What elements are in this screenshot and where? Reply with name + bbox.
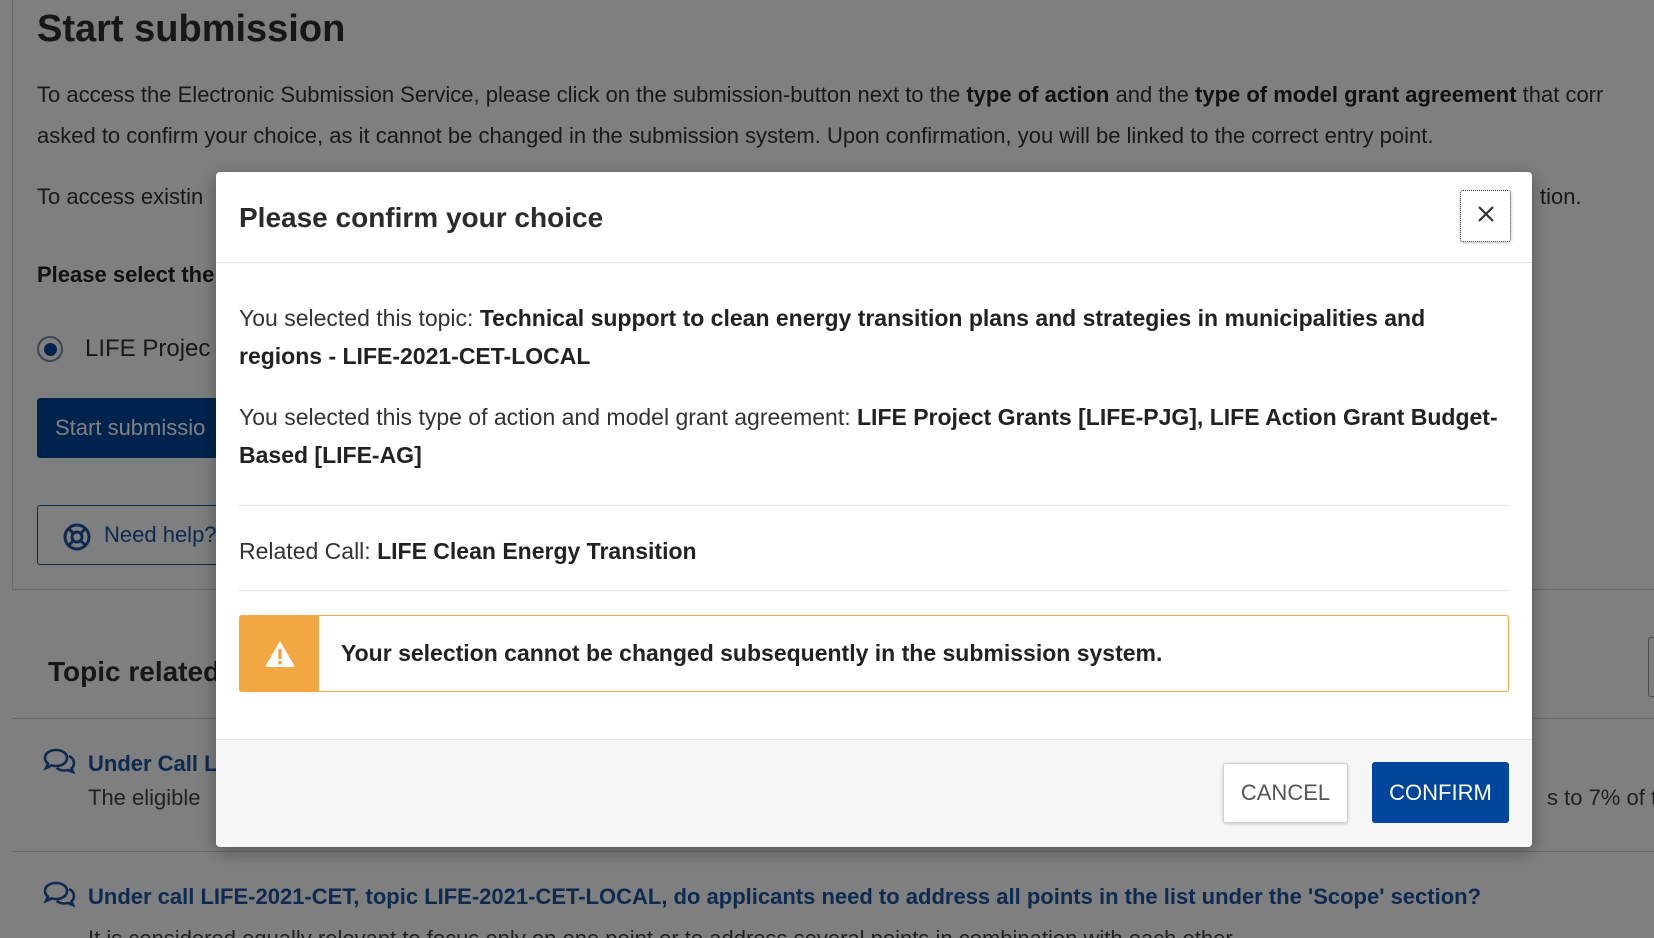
dialog-footer: CANCEL CONFIRM	[216, 739, 1532, 847]
warning-icon	[240, 616, 319, 691]
confirm-dialog: Please confirm your choice You selected …	[216, 172, 1532, 847]
dialog-header: Please confirm your choice	[216, 172, 1532, 263]
divider	[239, 505, 1509, 506]
close-icon[interactable]	[1476, 204, 1496, 229]
selected-topic: You selected this topic: Technical suppo…	[239, 299, 1499, 375]
selected-action: You selected this type of action and mod…	[239, 398, 1499, 474]
dialog-title: Please confirm your choice	[239, 202, 604, 233]
cancel-button[interactable]: CANCEL	[1223, 763, 1348, 823]
call-prefix: Related Call:	[239, 538, 378, 564]
related-call: Related Call: LIFE Clean Energy Transiti…	[239, 532, 697, 570]
topic-prefix: You selected this topic:	[239, 305, 480, 331]
confirm-button[interactable]: CONFIRM	[1372, 762, 1509, 823]
call-value: LIFE Clean Energy Transition	[377, 538, 697, 564]
warning-text: Your selection cannot be changed subsequ…	[341, 640, 1163, 666]
divider	[239, 590, 1509, 591]
warning-alert: Your selection cannot be changed subsequ…	[239, 615, 1509, 692]
close-button[interactable]	[1460, 190, 1511, 242]
action-prefix: You selected this type of action and mod…	[239, 404, 857, 430]
